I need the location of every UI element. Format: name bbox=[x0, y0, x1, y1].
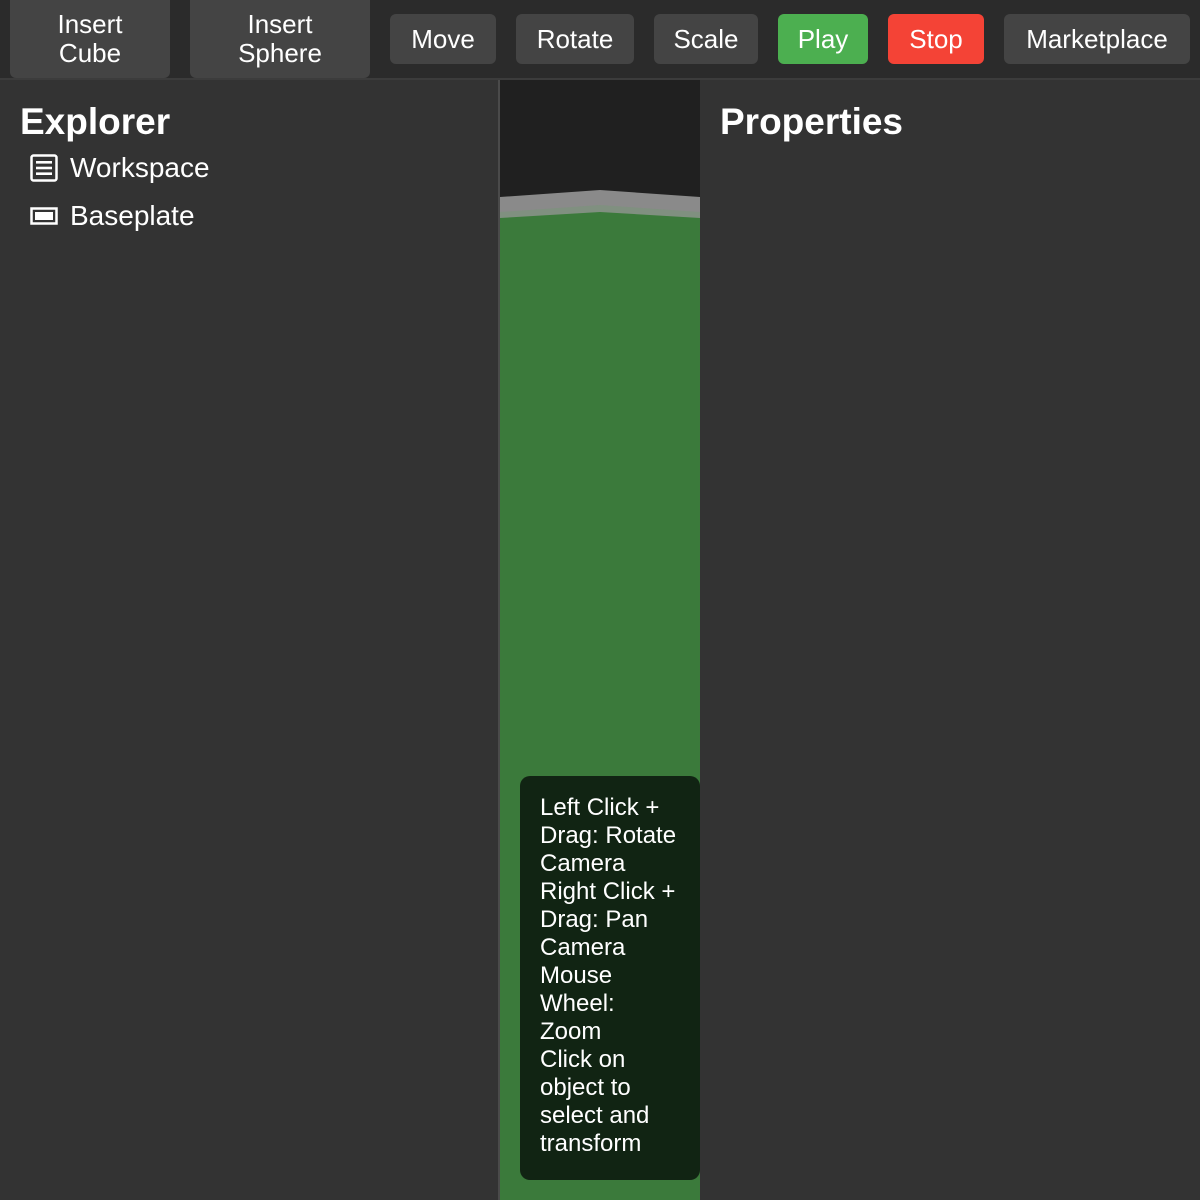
move-button[interactable]: Move bbox=[390, 14, 496, 64]
tree-item-label: Baseplate bbox=[70, 200, 195, 231]
play-button[interactable]: Play bbox=[778, 14, 868, 64]
3d-viewport[interactable]: Left Click + Drag: Rotate Camera Right C… bbox=[500, 80, 700, 1200]
tree-item-baseplate[interactable]: Baseplate bbox=[30, 196, 195, 236]
tree-item-label: Workspace bbox=[70, 152, 210, 183]
properties-title: Properties bbox=[720, 101, 904, 142]
properties-panel: Properties bbox=[700, 80, 1200, 1200]
controls-hint: Left Click + Drag: Rotate Camera Right C… bbox=[520, 776, 700, 1180]
part-icon bbox=[30, 202, 58, 230]
marketplace-button[interactable]: Marketplace bbox=[1004, 14, 1190, 64]
insert-sphere-button[interactable]: Insert Sphere bbox=[190, 0, 370, 78]
list-icon bbox=[30, 154, 58, 182]
rotate-button[interactable]: Rotate bbox=[516, 14, 634, 64]
baseplate-edge bbox=[500, 190, 700, 224]
stop-button[interactable]: Stop bbox=[888, 14, 984, 64]
toolbar: Insert Cube Insert Sphere Move Rotate Sc… bbox=[0, 0, 1200, 80]
explorer-panel: Explorer Workspace Baseplate bbox=[0, 80, 498, 1200]
insert-cube-button[interactable]: Insert Cube bbox=[10, 0, 170, 78]
explorer-title: Explorer bbox=[20, 101, 171, 142]
tree-item-workspace[interactable]: Workspace bbox=[30, 148, 210, 188]
scale-button[interactable]: Scale bbox=[654, 14, 758, 64]
